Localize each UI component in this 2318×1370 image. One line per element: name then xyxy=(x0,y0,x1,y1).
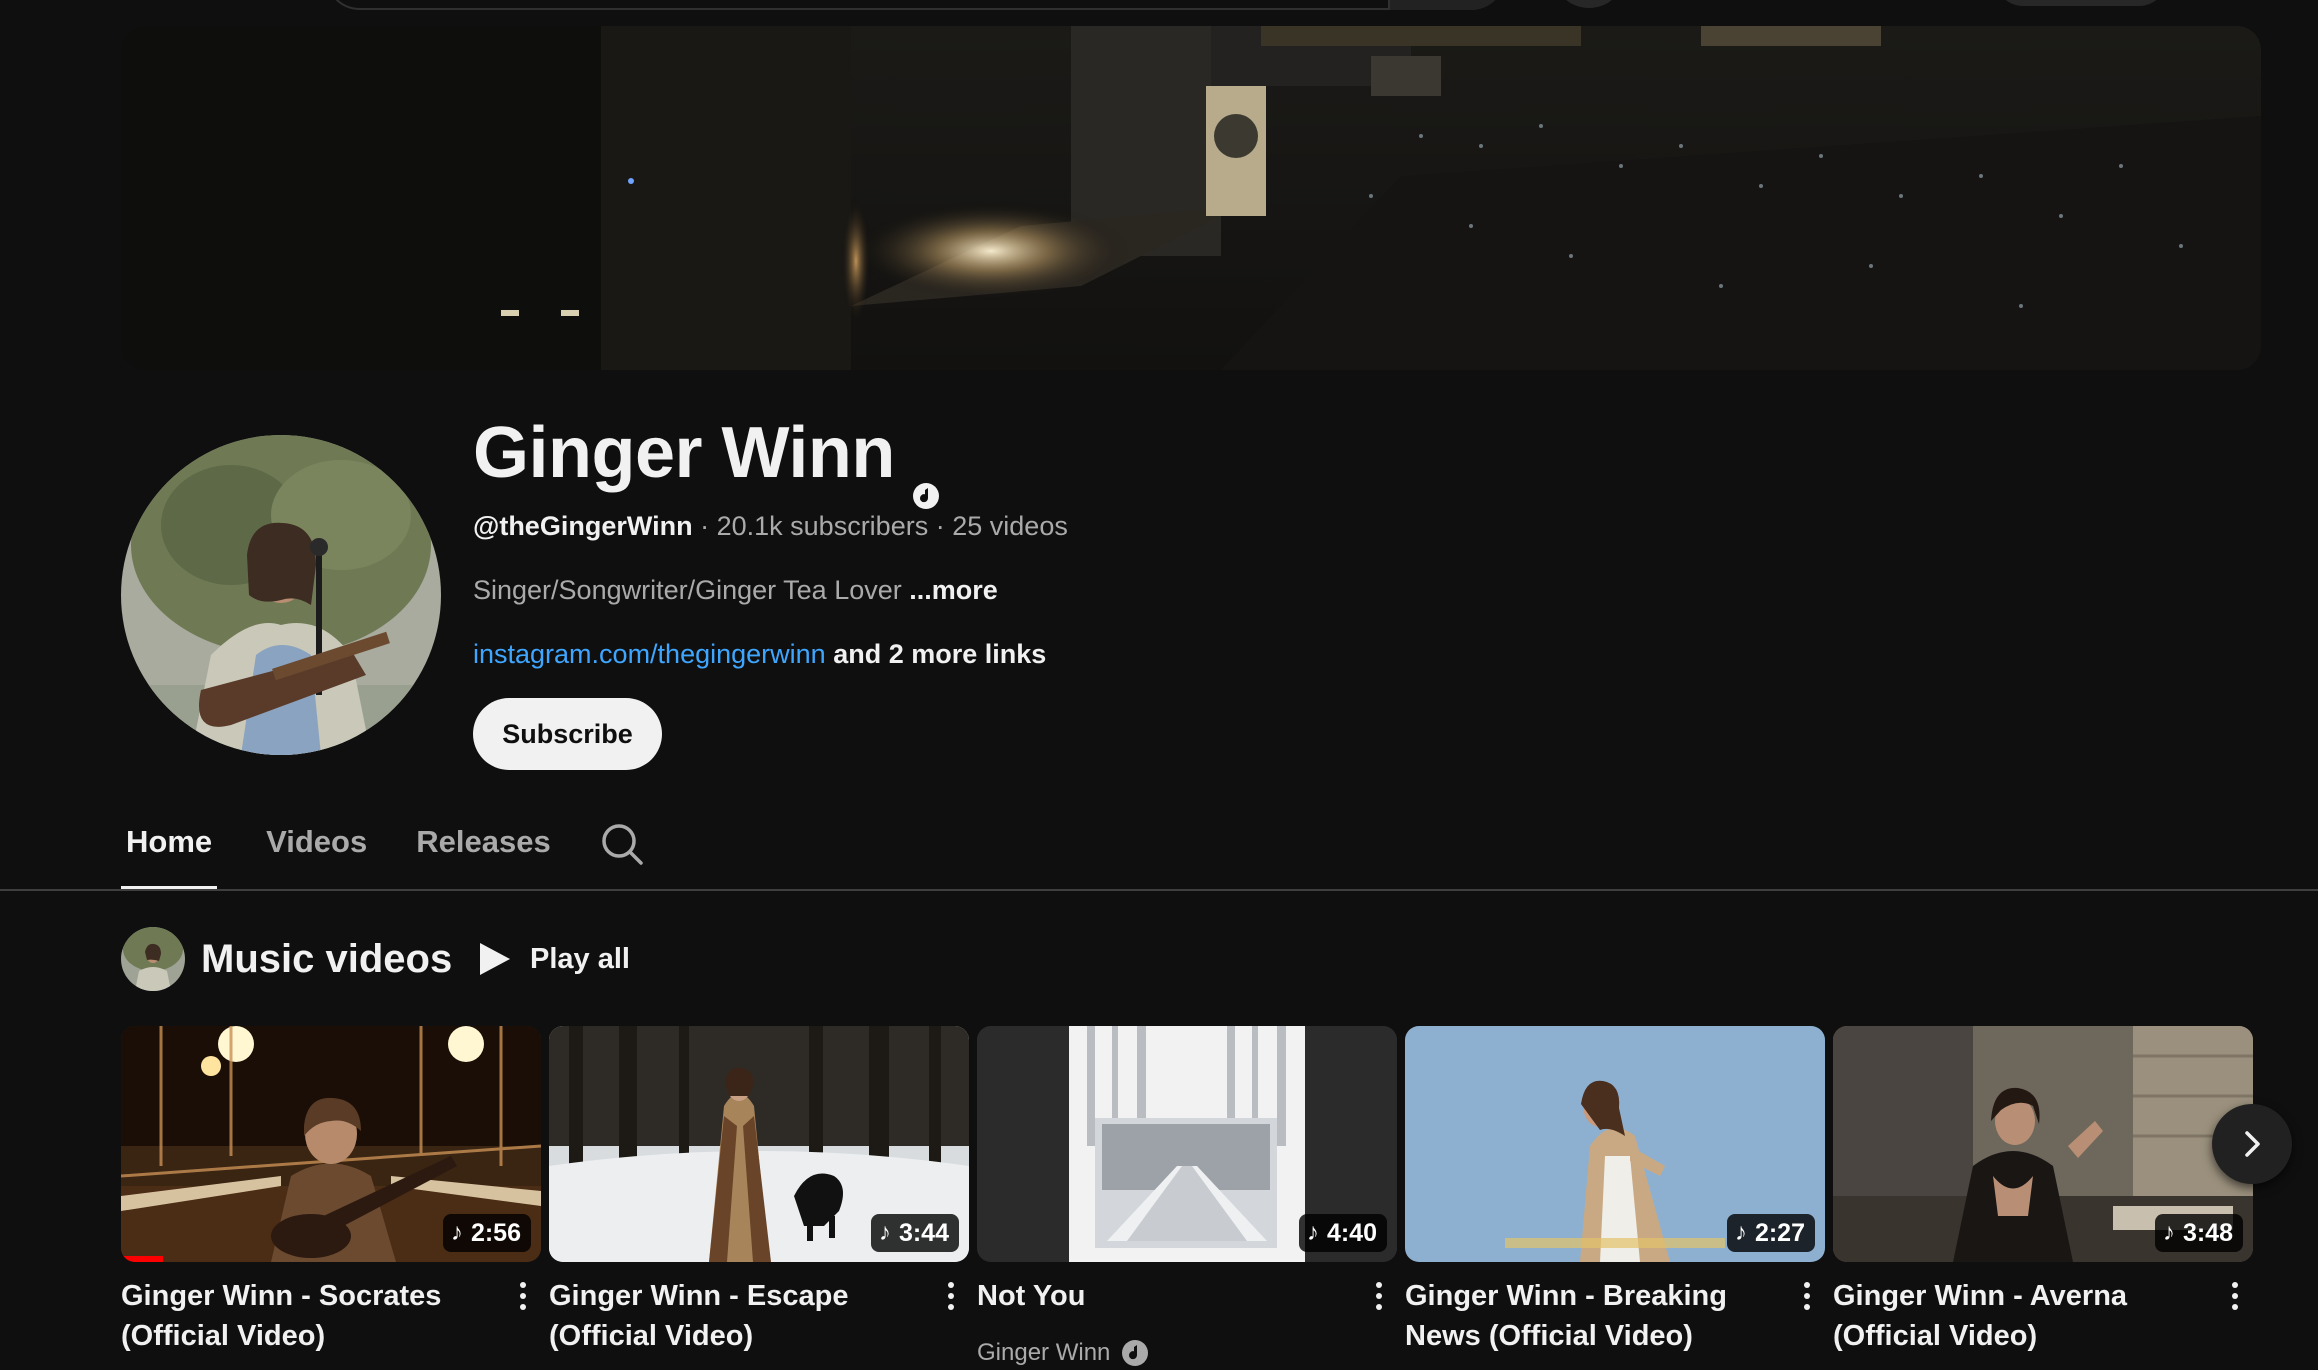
more-vert-icon[interactable] xyxy=(1361,1276,1397,1316)
channel-handle: @theGingerWinn xyxy=(473,511,693,541)
instagram-link[interactable]: instagram.com/thegingerwinn xyxy=(473,639,826,669)
music-videos-shelf: ♪ 2:56 Ginger Winn - Socrates (Official … xyxy=(121,1026,2256,1370)
duration-badge: ♪ 3:48 xyxy=(2154,1214,2243,1252)
video-title[interactable]: Ginger Winn - Socrates (Official Video) xyxy=(121,1276,493,1356)
channel-tabs: Home Videos Releases xyxy=(121,810,644,890)
create-button[interactable] xyxy=(1995,0,2167,6)
section-avatar[interactable] xyxy=(121,927,185,991)
video-thumbnail[interactable]: ♪ 4:40 xyxy=(977,1026,1397,1262)
video-thumbnail[interactable]: ♪ 2:27 xyxy=(1405,1026,1825,1262)
channel-meta: @theGingerWinn · 20.1k subscribers · 25 … xyxy=(473,506,1068,546)
channel-banner xyxy=(121,26,2261,370)
tab-releases[interactable]: Releases xyxy=(416,810,550,890)
video-thumbnail[interactable]: ♪ 3:48 xyxy=(1833,1026,2253,1262)
duration-text: 3:44 xyxy=(898,1219,949,1247)
more-links-button[interactable]: and 2 more links xyxy=(833,639,1046,669)
more-vert-icon[interactable] xyxy=(505,1276,541,1316)
meta-separator: · xyxy=(700,511,710,541)
search-input[interactable] xyxy=(325,0,1505,10)
video-card[interactable]: ♪ 2:56 Ginger Winn - Socrates (Official … xyxy=(121,1026,541,1352)
video-title[interactable]: Not You xyxy=(977,1276,1349,1316)
duration-badge: ♪ 2:27 xyxy=(1726,1214,1815,1252)
more-vert-icon[interactable] xyxy=(2217,1276,2253,1316)
subscriber-count: 20.1k subscribers xyxy=(716,511,929,541)
more-vert-icon[interactable] xyxy=(1789,1276,1825,1316)
search-button[interactable] xyxy=(1388,0,1506,10)
channel-avatar[interactable] xyxy=(121,435,441,755)
play-icon xyxy=(480,943,510,975)
chevron-right-icon[interactable] xyxy=(2212,1104,2292,1184)
duration-text: 2:27 xyxy=(1754,1219,1805,1247)
video-title[interactable]: Ginger Winn - Escape (Official Video) xyxy=(549,1276,921,1356)
music-note-icon: ♪ xyxy=(450,1219,463,1246)
video-channel-name[interactable]: Ginger Winn xyxy=(977,1335,1110,1370)
duration-badge: ♪ 3:44 xyxy=(870,1214,959,1252)
duration-text: 2:56 xyxy=(470,1219,521,1247)
video-title[interactable]: Ginger Winn - Averna (Official Video) xyxy=(1833,1276,2205,1356)
music-note-verified-icon xyxy=(1120,1338,1150,1368)
channel-description[interactable]: Singer/Songwriter/Ginger Tea Lover ...mo… xyxy=(473,570,998,610)
description-text: Singer/Songwriter/Ginger Tea Lover xyxy=(473,575,902,605)
tab-videos[interactable]: Videos xyxy=(266,810,367,890)
video-card[interactable]: ♪ 3:48 Ginger Winn - Averna (Official Vi… xyxy=(1833,1026,2253,1352)
music-note-verified-icon xyxy=(911,442,941,509)
play-all-label: Play all xyxy=(530,942,630,975)
tabs-divider xyxy=(0,889,2318,891)
tab-home[interactable]: Home xyxy=(121,810,218,890)
voice-search-button[interactable] xyxy=(1556,0,1622,8)
music-note-icon: ♪ xyxy=(1734,1219,1747,1246)
watch-progress-bar xyxy=(121,1256,163,1262)
top-bar xyxy=(0,0,2318,24)
video-count: 25 videos xyxy=(952,511,1068,541)
duration-badge: ♪ 2:56 xyxy=(442,1214,531,1252)
channel-name-text: Ginger Winn xyxy=(473,413,895,493)
search-icon[interactable] xyxy=(600,822,644,866)
video-thumbnail[interactable]: ♪ 2:56 xyxy=(121,1026,541,1262)
video-title[interactable]: Ginger Winn - Breaking News (Official Vi… xyxy=(1405,1276,1777,1356)
channel-name: Ginger Winn xyxy=(473,408,941,509)
duration-text: 4:40 xyxy=(1326,1219,1377,1247)
music-note-icon: ♪ xyxy=(1306,1219,1319,1246)
play-all-button[interactable]: Play all xyxy=(478,934,630,984)
section-title: Music videos xyxy=(201,937,453,981)
duration-badge: ♪ 4:40 xyxy=(1298,1214,1387,1252)
video-card[interactable]: ♪ 3:44 Ginger Winn - Escape (Official Vi… xyxy=(549,1026,969,1352)
more-vert-icon[interactable] xyxy=(933,1276,969,1316)
duration-text: 3:48 xyxy=(2182,1219,2233,1247)
music-note-icon: ♪ xyxy=(2162,1219,2175,1246)
meta-separator: · xyxy=(935,511,945,541)
video-card[interactable]: ♪ 2:27 Ginger Winn - Breaking News (Offi… xyxy=(1405,1026,1825,1352)
music-note-icon: ♪ xyxy=(878,1219,891,1246)
video-thumbnail[interactable]: ♪ 3:44 xyxy=(549,1026,969,1262)
video-channel[interactable]: Ginger Winn xyxy=(977,1335,1150,1370)
subscribe-button[interactable]: Subscribe xyxy=(473,698,662,770)
channel-links: instagram.com/thegingerwinn and 2 more l… xyxy=(473,634,1046,674)
video-card[interactable]: ♪ 4:40 Not You Ginger Winn xyxy=(977,1026,1397,1366)
description-more-button[interactable]: ...more xyxy=(909,575,998,605)
